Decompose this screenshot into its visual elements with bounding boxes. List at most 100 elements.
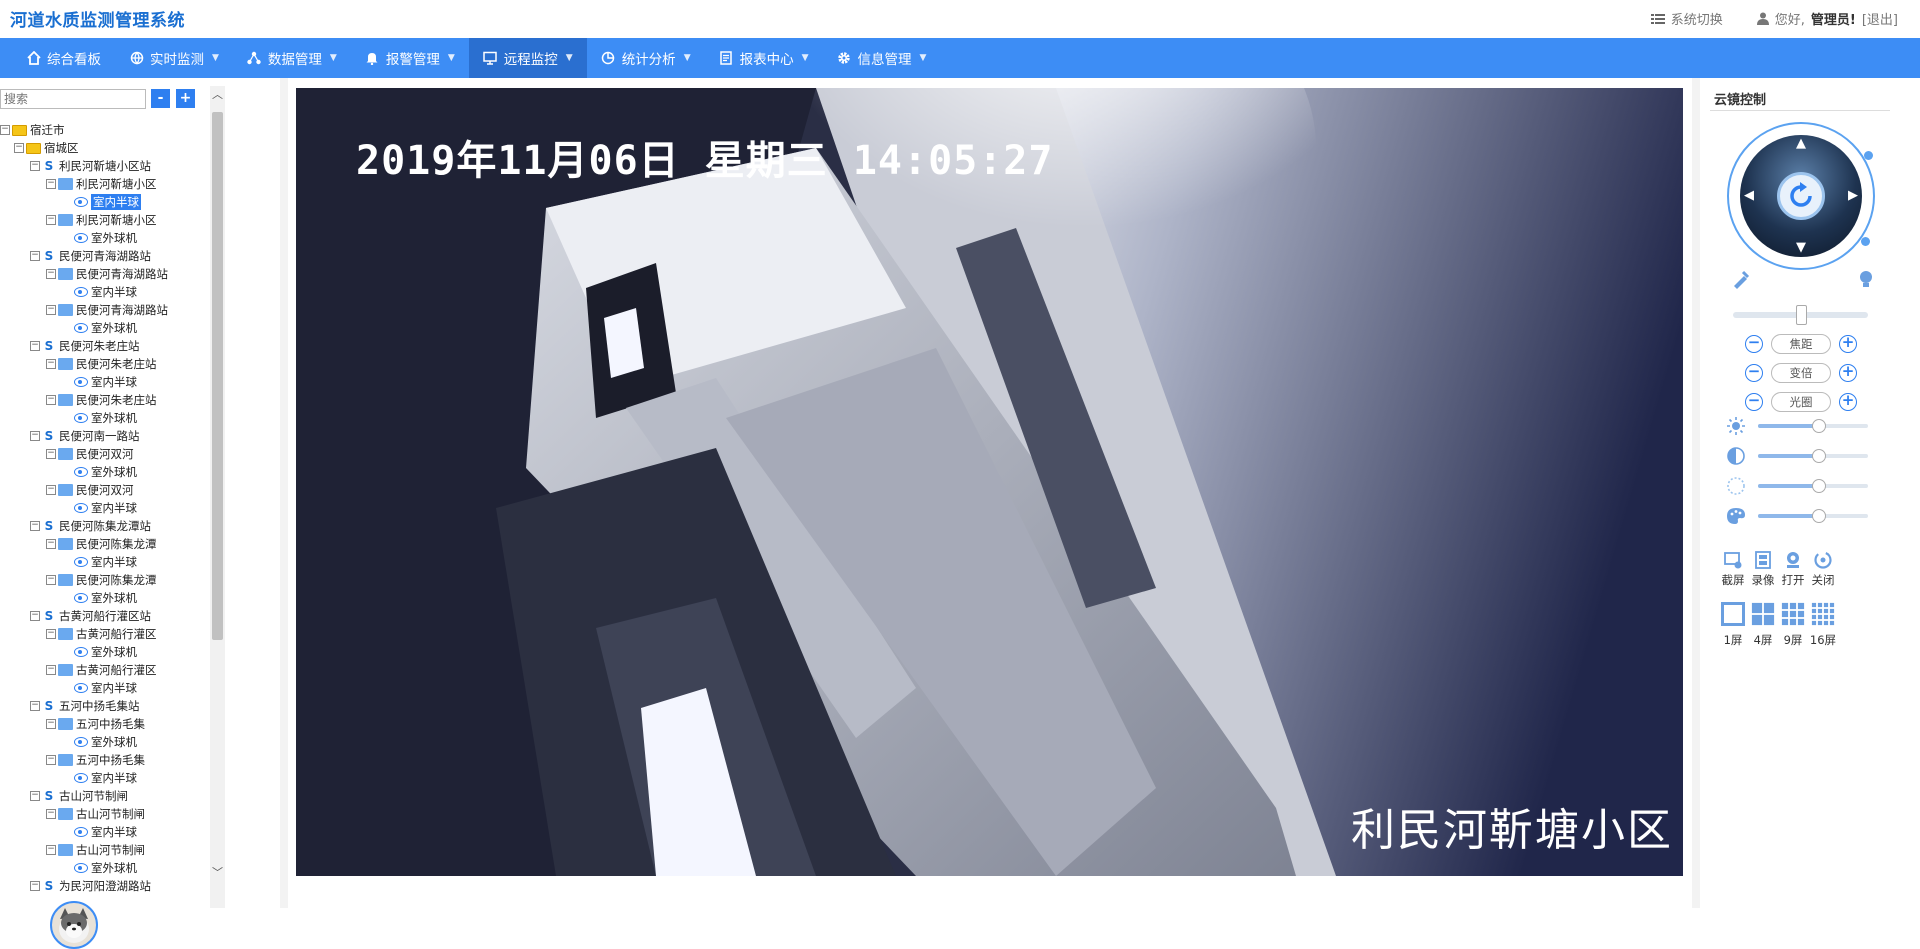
tree-node-folder[interactable]: − 宿迁市: [0, 121, 65, 139]
expand-all-button[interactable]: +: [176, 89, 195, 108]
tree-toggle-icon[interactable]: −: [46, 809, 56, 819]
tree-node-site[interactable]: − 民便河双河: [46, 445, 134, 463]
tree-node-site[interactable]: − 五河中扬毛集: [46, 751, 145, 769]
tree-node-site[interactable]: − 古山河节制闸: [46, 841, 145, 859]
ptz-speed-thumb[interactable]: [1796, 305, 1807, 325]
nav-item-home[interactable]: 综合看板: [12, 38, 115, 78]
tree-search-input[interactable]: [0, 89, 146, 109]
tree-toggle-icon[interactable]: −: [46, 449, 56, 459]
tree-node-site[interactable]: − 五河中扬毛集: [46, 715, 145, 733]
tree-node-site[interactable]: − 古山河节制闸: [46, 805, 145, 823]
tree-node-camera[interactable]: 室外球机: [62, 733, 137, 751]
tree-toggle-icon[interactable]: −: [46, 215, 56, 225]
plus-icon[interactable]: +: [1839, 364, 1857, 382]
right-splitter[interactable]: [1692, 78, 1700, 908]
tree-node-camera[interactable]: 室外球机: [62, 859, 137, 877]
left-splitter[interactable]: [280, 78, 288, 908]
tree-toggle-icon[interactable]: −: [46, 665, 56, 675]
collapse-all-button[interactable]: -: [151, 89, 170, 108]
tree-node-camera[interactable]: 室内半球: [62, 823, 137, 841]
tree-toggle-icon[interactable]: −: [30, 341, 40, 351]
minus-icon[interactable]: −: [1745, 364, 1763, 382]
tree-node-camera[interactable]: 室外球机: [62, 463, 137, 481]
tree-node-station[interactable]: − S 民便河朱老庄站: [30, 337, 140, 355]
system-switch-button[interactable]: 系统切换: [1650, 9, 1723, 28]
tree-node-site[interactable]: − 民便河双河: [46, 481, 134, 499]
tree-node-station[interactable]: − S 民便河陈集龙潭站: [30, 517, 151, 535]
tree-toggle-icon[interactable]: −: [30, 431, 40, 441]
tree-node-site[interactable]: − 民便河朱老庄站: [46, 391, 157, 409]
tree-toggle-icon[interactable]: −: [0, 125, 10, 135]
record-button[interactable]: 录像: [1748, 550, 1778, 588]
tree-toggle-icon[interactable]: −: [46, 179, 56, 189]
tree-toggle-icon[interactable]: −: [30, 251, 40, 261]
tree-toggle-icon[interactable]: −: [14, 143, 24, 153]
slider-thumb[interactable]: [1812, 449, 1826, 463]
tree-toggle-icon[interactable]: −: [46, 755, 56, 765]
tree-node-station[interactable]: − S 古黄河船行灌区站: [30, 607, 151, 625]
ptz-up-arrow-icon[interactable]: ▲: [1793, 136, 1809, 152]
light-bulb-icon[interactable]: [1856, 269, 1876, 289]
tree-node-camera[interactable]: 室内半球: [62, 283, 137, 301]
scroll-thumb[interactable]: [212, 112, 223, 640]
tree-toggle-icon[interactable]: −: [30, 611, 40, 621]
ptz-auto-rotate-button[interactable]: [1777, 172, 1825, 220]
tree-toggle-icon[interactable]: −: [30, 791, 40, 801]
tree-node-station[interactable]: − S 民便河青海湖路站: [30, 247, 151, 265]
plus-icon[interactable]: +: [1839, 393, 1857, 411]
plus-icon[interactable]: +: [1839, 335, 1857, 353]
tree-node-station[interactable]: − S 古山河节制闸: [30, 787, 128, 805]
tree-node-camera[interactable]: 室外球机: [62, 643, 137, 661]
tree-node-site[interactable]: − 利民河靳塘小区: [46, 211, 157, 229]
tree-toggle-icon[interactable]: −: [46, 305, 56, 315]
nav-item-bell[interactable]: 报警管理 ▼: [351, 38, 469, 78]
tree-node-camera[interactable]: 室外球机: [62, 409, 137, 427]
tree-node-station[interactable]: − S 利民河靳塘小区站: [30, 157, 151, 175]
saturation-slider[interactable]: [1758, 479, 1868, 493]
tree-node-camera[interactable]: 室内半球: [62, 553, 137, 571]
tree-node-site[interactable]: − 民便河青海湖路站: [46, 301, 168, 319]
assistant-avatar[interactable]: [50, 901, 98, 949]
tree-toggle-icon[interactable]: −: [46, 629, 56, 639]
slider-thumb[interactable]: [1812, 479, 1826, 493]
tree-node-site[interactable]: − 古黄河船行灌区: [46, 661, 157, 679]
layout-16-button[interactable]: 16屏: [1808, 599, 1838, 648]
tree-node-station[interactable]: − S 民便河南一路站: [30, 427, 140, 445]
screenshot-button[interactable]: 截屏: [1718, 550, 1748, 588]
tree-toggle-icon[interactable]: −: [30, 701, 40, 711]
ptz-right-arrow-icon[interactable]: ▶: [1845, 188, 1861, 204]
tree-node-station[interactable]: − S 为民河阳澄湖路站: [30, 877, 151, 895]
tree-toggle-icon[interactable]: −: [46, 485, 56, 495]
tree-toggle-icon[interactable]: −: [46, 539, 56, 549]
nav-item-report[interactable]: 报表中心 ▼: [705, 38, 823, 78]
nav-item-gear[interactable]: 信息管理 ▼: [823, 38, 941, 78]
nav-item-globe[interactable]: 实时监测 ▼: [115, 38, 233, 78]
tree-node-camera[interactable]: 室内半球: [62, 679, 137, 697]
logout-link[interactable]: [退出]: [1862, 9, 1898, 28]
tree-toggle-icon[interactable]: −: [46, 359, 56, 369]
tree-toggle-icon[interactable]: −: [30, 521, 40, 531]
tree-toggle-icon[interactable]: −: [46, 845, 56, 855]
tree-toggle-icon[interactable]: −: [46, 395, 56, 405]
tree-toggle-icon[interactable]: −: [30, 881, 40, 891]
close-button[interactable]: 关闭: [1808, 550, 1838, 588]
tree-node-site[interactable]: − 民便河朱老庄站: [46, 355, 157, 373]
tree-node-site[interactable]: − 利民河靳塘小区: [46, 175, 157, 193]
nav-item-network[interactable]: 数据管理 ▼: [233, 38, 351, 78]
layout-9-button[interactable]: 9屏: [1778, 599, 1808, 648]
tree-toggle-icon[interactable]: −: [46, 575, 56, 585]
slider-thumb[interactable]: [1812, 419, 1826, 433]
tree-node-camera[interactable]: 室内半球: [62, 769, 137, 787]
tree-toggle-icon[interactable]: −: [46, 269, 56, 279]
tree-node-camera[interactable]: 室外球机: [62, 319, 137, 337]
nav-item-pie-chart[interactable]: 统计分析 ▼: [587, 38, 705, 78]
hue-slider[interactable]: [1758, 509, 1868, 523]
scroll-up-arrow-icon[interactable]: ︿: [210, 86, 225, 104]
scroll-down-arrow-icon[interactable]: ﹀: [210, 864, 225, 882]
ptz-down-arrow-icon[interactable]: ▼: [1793, 240, 1809, 256]
tree-node-camera[interactable]: 室内半球: [62, 373, 137, 391]
video-player[interactable]: 2019年11月06日 星期三 14:05:27 利民河靳塘小区: [296, 88, 1683, 876]
layout-4-button[interactable]: 4屏: [1748, 599, 1778, 648]
slider-thumb[interactable]: [1812, 509, 1826, 523]
tree-node-camera[interactable]: 室内半球: [62, 499, 137, 517]
